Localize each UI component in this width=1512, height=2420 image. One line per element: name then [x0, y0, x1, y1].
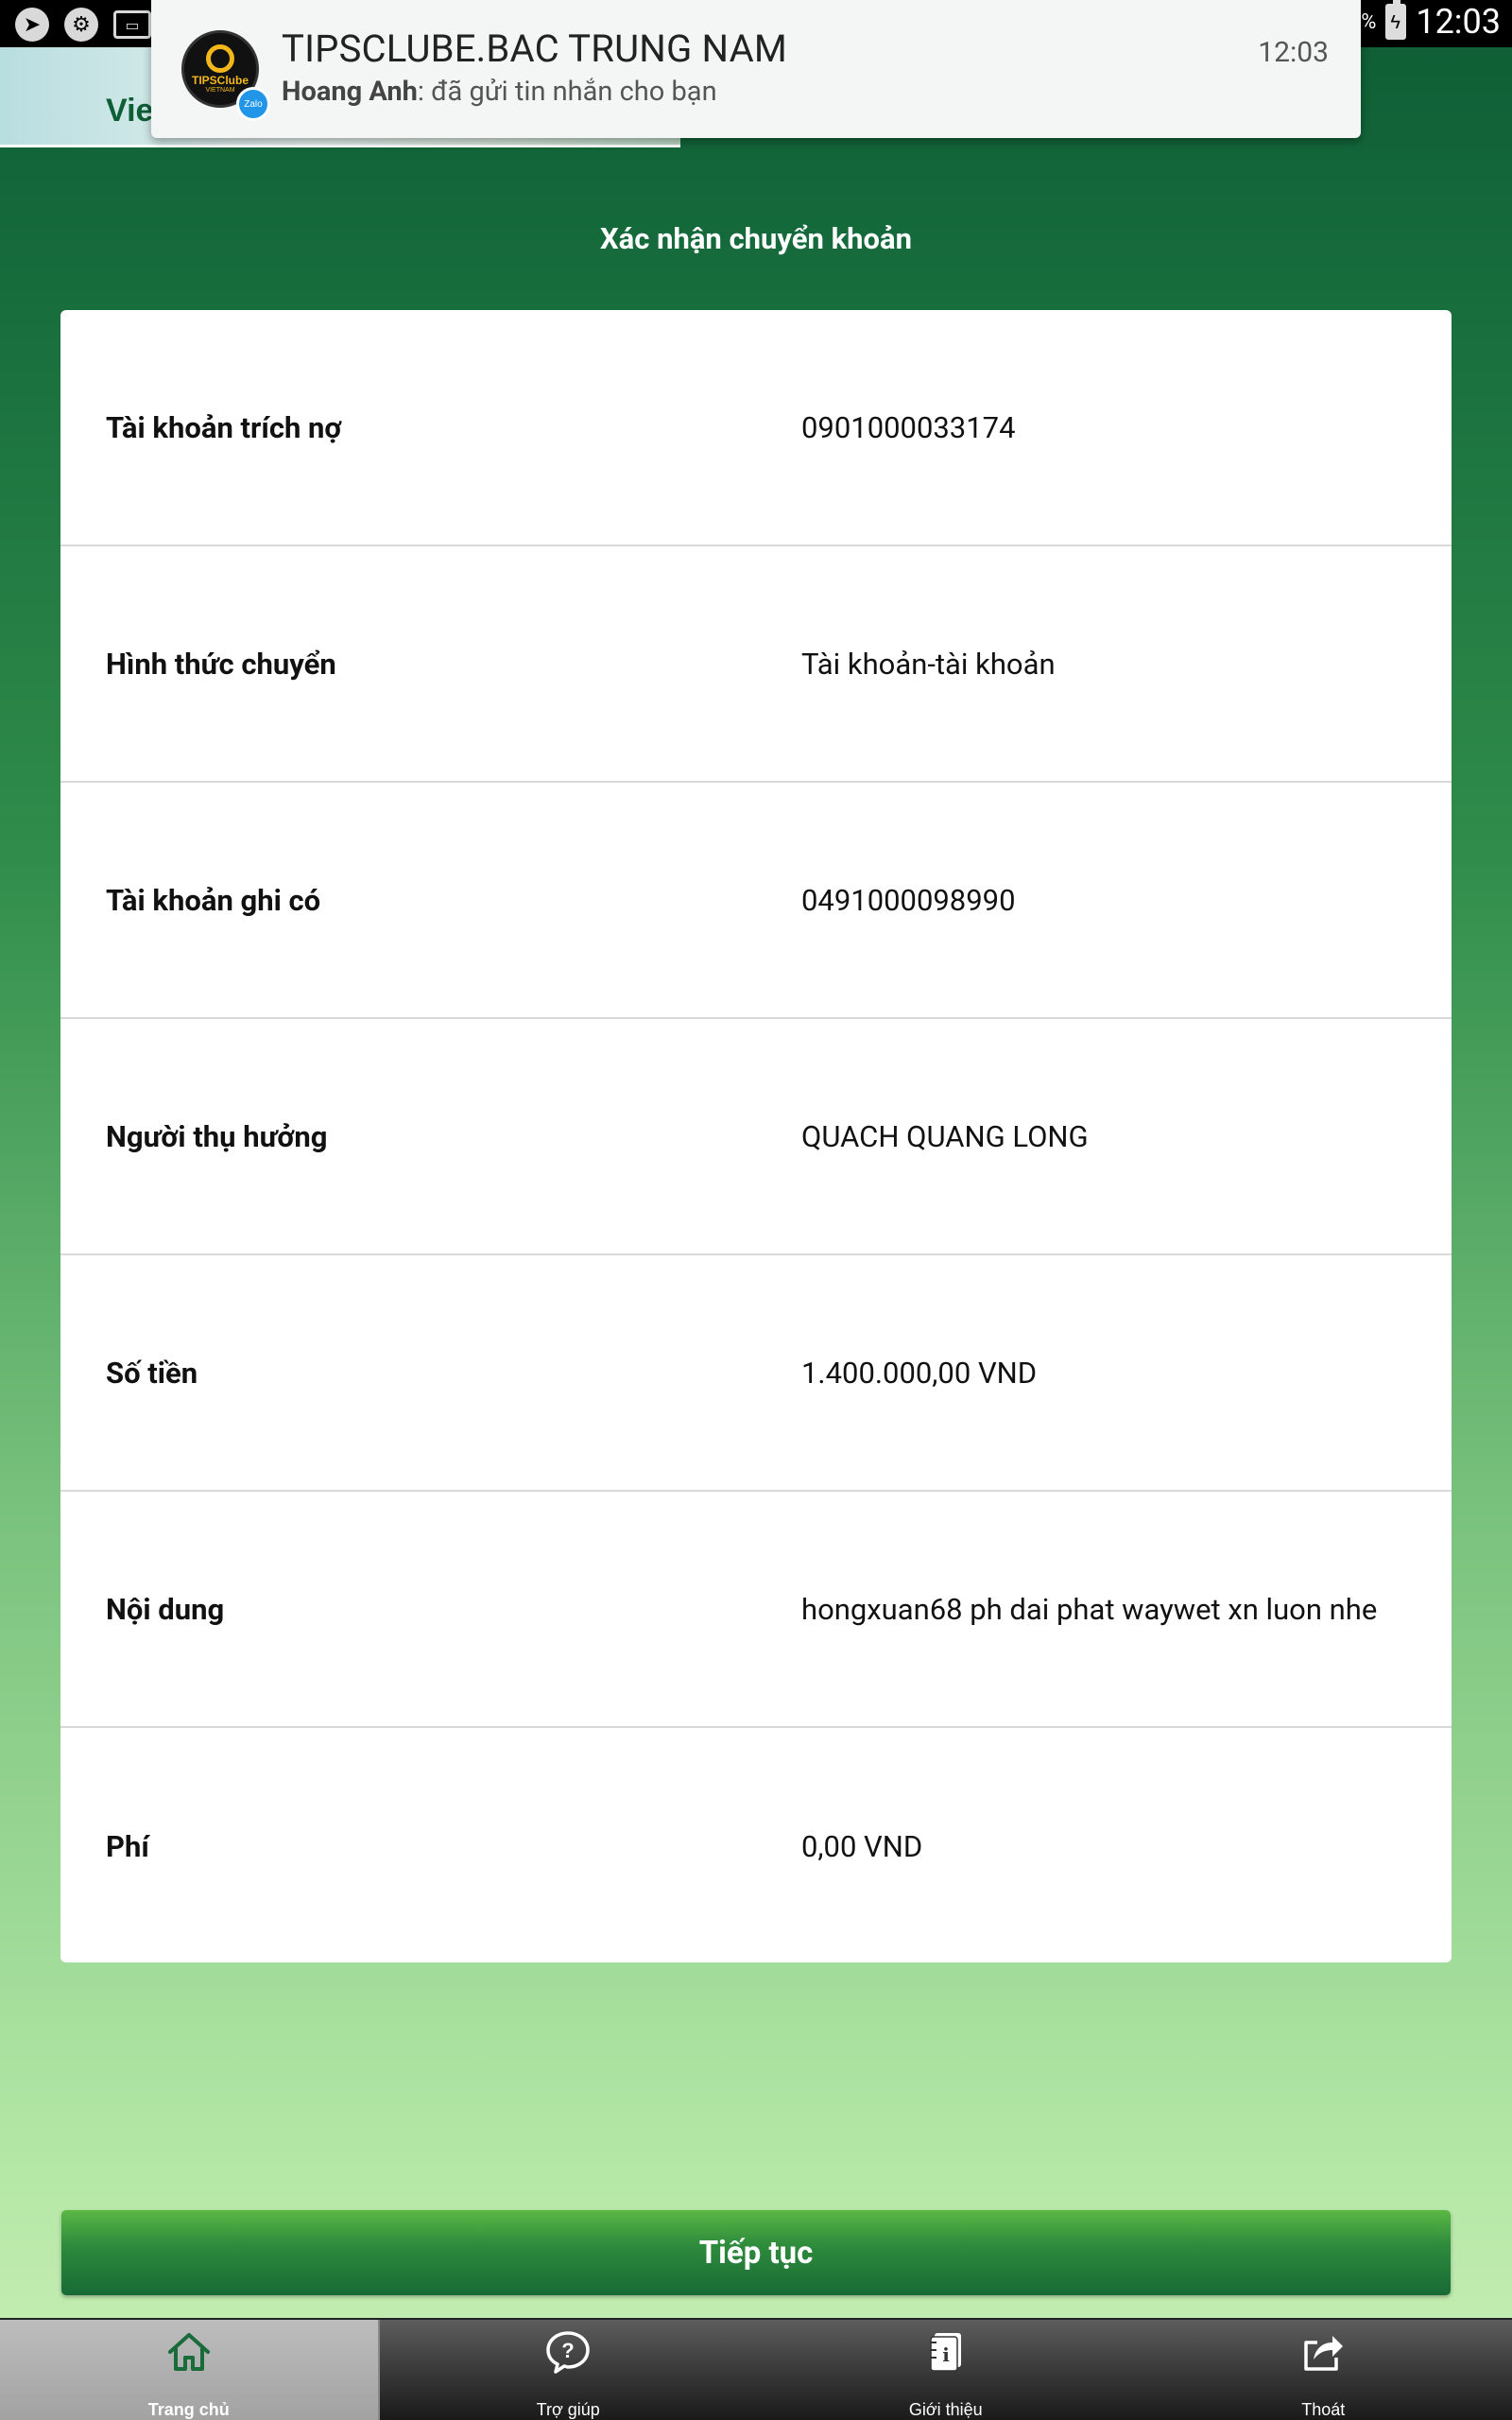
nav-label: Trợ giúp — [536, 2400, 600, 2419]
detail-value: 0901000033174 — [801, 409, 1016, 445]
detail-row-credit-account: Tài khoản ghi có 0491000098990 — [60, 783, 1452, 1019]
nav-item-about[interactable]: i Giới thiệu — [757, 2320, 1135, 2420]
status-icons-right: % ϟ 12:03 — [1361, 0, 1501, 42]
heads-up-notification[interactable]: TIPSClube VIETNAM Zalo TIPSCLUBE.BAC TRU… — [151, 0, 1361, 138]
nav-item-help[interactable]: ? Trợ giúp — [380, 2320, 758, 2420]
detail-row-transfer-type: Hình thức chuyển Tài khoản-tài khoản — [60, 546, 1452, 783]
bank-logo: Vie — [106, 93, 154, 129]
notification-sender: Hoang Anh — [282, 76, 418, 108]
share-exit-icon — [1304, 2336, 1344, 2371]
bottom-navigation: Trang chủ ? Trợ giúp i Giới thiệu Thoát — [0, 2318, 1512, 2420]
status-icons-left: ➤ ⚙ ▭ — [15, 8, 151, 42]
detail-value: QUACH QUANG LONG — [801, 1118, 1089, 1154]
detail-value: 1.400.000,00 VND — [801, 1355, 1038, 1391]
nav-item-home[interactable]: Trang chủ — [0, 2320, 380, 2420]
detail-value: 0,00 VND — [801, 1828, 923, 1864]
detail-label: Nội dung — [106, 1591, 225, 1627]
detail-row-debit-account: Tài khoản trích nợ 0901000033174 — [60, 310, 1452, 546]
detail-row-amount: Số tiền 1.400.000,00 VND — [60, 1255, 1452, 1492]
notification-time: 12:03 — [1258, 36, 1329, 69]
zalo-badge-icon: Zalo — [236, 87, 270, 121]
avatar-brand-text: TIPSClube — [191, 73, 249, 87]
avatar-brand-sub: VIETNAM — [205, 86, 235, 94]
detail-label: Hình thức chuyển — [106, 646, 336, 682]
nav-item-exit[interactable]: Thoát — [1135, 2320, 1512, 2420]
detail-label: Phí — [106, 1828, 149, 1864]
detail-row-beneficiary: Người thụ hưởng QUACH QUANG LONG — [60, 1019, 1452, 1255]
detail-label: Tài khoản ghi có — [106, 882, 321, 918]
header-divider — [0, 145, 680, 147]
brand-ring-icon — [206, 43, 234, 73]
notification-title: TIPSCLUBE.BAC TRUNG NAM — [282, 26, 788, 71]
battery-percent: % — [1361, 9, 1377, 34]
notification-message: Hoang Anh: đã gửi tin nhắn cho bạn — [282, 76, 717, 108]
detail-label: Người thụ hưởng — [106, 1118, 328, 1154]
detail-value: hongxuan68 ph dai phat waywet xn luon nh… — [801, 1591, 1378, 1627]
status-time: 12:03 — [1416, 2, 1501, 42]
detail-row-fee: Phí 0,00 VND — [60, 1728, 1452, 1962]
detail-value: 0491000098990 — [801, 882, 1016, 918]
battery-charging-icon: ϟ — [1385, 0, 1407, 40]
help-icon: ? — [546, 2331, 590, 2374]
svg-text:i: i — [942, 2343, 950, 2366]
svg-text:?: ? — [562, 2339, 575, 2362]
cast-screen-icon: ▭ — [113, 10, 151, 39]
nav-label: Trang chủ — [147, 2400, 230, 2419]
info-book-icon: i — [930, 2333, 961, 2372]
continue-button[interactable]: Tiếp tục — [61, 2210, 1451, 2295]
page-title: Xác nhận chuyển khoản — [599, 221, 913, 256]
detail-value: Tài khoản-tài khoản — [801, 646, 1056, 682]
detail-label: Tài khoản trích nợ — [106, 409, 342, 445]
telegram-icon: ➤ — [15, 8, 49, 42]
detail-row-content: Nội dung hongxuan68 ph dai phat waywet x… — [60, 1492, 1452, 1728]
transfer-details-card: Tài khoản trích nợ 0901000033174 Hình th… — [60, 310, 1452, 1962]
notification-text: : đã gửi tin nhắn cho bạn — [417, 76, 717, 108]
nav-label: Thoát — [1301, 2400, 1346, 2419]
detail-label: Số tiền — [106, 1355, 198, 1391]
nav-label: Giới thiệu — [908, 2400, 983, 2419]
settings-notification-icon: ⚙ — [64, 8, 98, 42]
home-icon — [167, 2333, 210, 2371]
